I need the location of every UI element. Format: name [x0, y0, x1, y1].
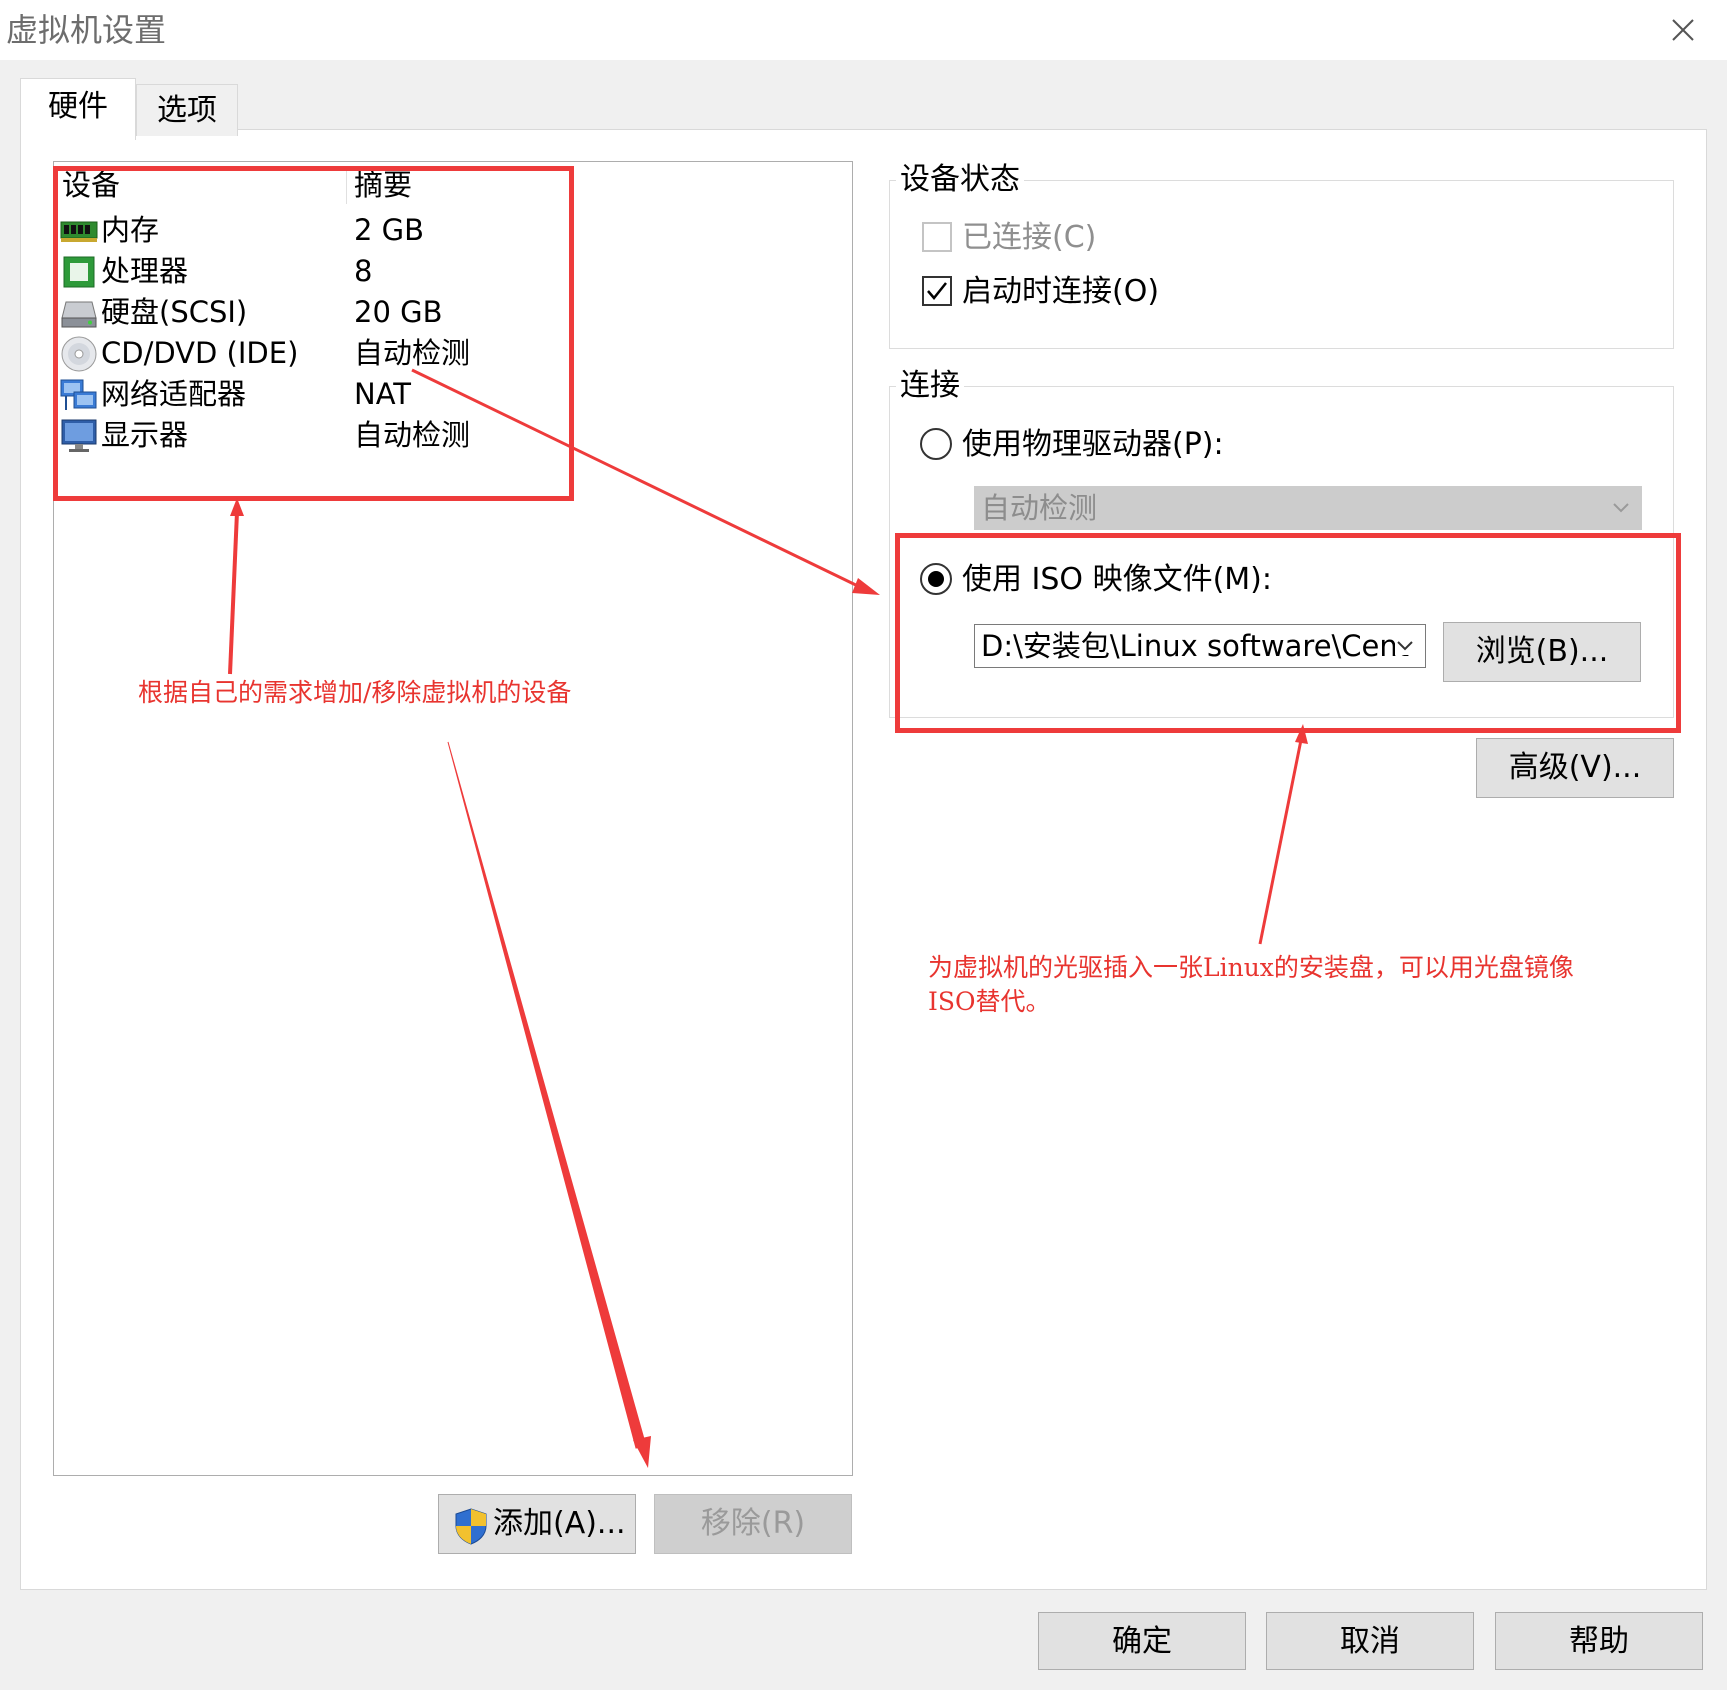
device-name: CD/DVD (IDE): [101, 336, 299, 370]
cd-dvd-icon: [61, 336, 97, 372]
help-button[interactable]: 帮助: [1495, 1612, 1703, 1670]
iso-path-combobox[interactable]: D:\安装包\Linux software\Cent: [974, 624, 1426, 668]
device-summary: 2 GB: [354, 213, 425, 247]
device-name: 内存: [101, 213, 160, 247]
iso-path-value: D:\安装包\Linux software\Cent: [981, 629, 1410, 663]
tab-hardware[interactable]: 硬件: [20, 78, 136, 140]
device-row-memory[interactable]: 内存 2 GB: [60, 210, 560, 251]
advanced-button[interactable]: 高级(V)...: [1476, 738, 1674, 798]
connected-checkbox[interactable]: [922, 222, 952, 252]
tab-options[interactable]: 选项: [136, 84, 238, 136]
physical-drive-radio[interactable]: [920, 428, 952, 460]
close-icon: [1672, 19, 1694, 41]
add-button-label: 添加(A)...: [493, 1506, 626, 1541]
browse-button[interactable]: 浏览(B)...: [1443, 622, 1641, 682]
device-name: 硬盘(SCSI): [101, 295, 248, 329]
connect-at-power-on-label: 启动时连接(O): [962, 274, 1160, 309]
title-bar: 虚拟机设置: [0, 0, 1727, 60]
hard-disk-icon: [61, 301, 97, 328]
device-summary: 自动检测: [354, 336, 471, 370]
device-name: 网络适配器: [101, 377, 247, 411]
physical-drive-value: 自动检测: [981, 491, 1098, 525]
device-row-display[interactable]: 显示器 自动检测: [60, 415, 560, 456]
display-icon: [61, 419, 97, 452]
connect-at-power-on-checkbox[interactable]: [922, 276, 952, 306]
column-header-summary[interactable]: 摘要: [354, 165, 412, 205]
vm-settings-dialog: 虚拟机设置 硬件 选项 设备 摘要 内存 2 GB 处理器 8 硬盘(SCSI)…: [0, 0, 1727, 1690]
device-status-title: 设备状态: [896, 160, 1024, 200]
iso-image-label: 使用 ISO 映像文件(M):: [962, 562, 1272, 597]
device-name: 显示器: [101, 418, 189, 452]
physical-drive-select[interactable]: 自动检测: [974, 486, 1642, 530]
annotation-text-devices: 根据自己的需求增加/移除虚拟机的设备: [138, 678, 572, 707]
connected-label: 已连接(C): [962, 220, 1097, 255]
remove-device-button[interactable]: 移除(R): [654, 1494, 852, 1554]
chevron-down-icon: [1613, 503, 1629, 513]
iso-image-radio[interactable]: [920, 563, 952, 595]
annotation-text-iso-line1: 为虚拟机的光驱插入一张Linux的安装盘，可以用光盘镜像: [928, 953, 1574, 982]
memory-icon: [60, 221, 98, 242]
column-header-device[interactable]: 设备: [62, 165, 120, 205]
device-row-hard-disk[interactable]: 硬盘(SCSI) 20 GB: [60, 292, 560, 333]
device-row-processor[interactable]: 处理器 8: [60, 251, 560, 292]
network-adapter-icon: [60, 379, 97, 410]
device-row-network-adapter[interactable]: 网络适配器 NAT: [60, 374, 560, 415]
add-device-button[interactable]: 添加(A)...: [438, 1494, 636, 1554]
chevron-down-icon: [1395, 635, 1415, 655]
device-status-group: [889, 180, 1674, 349]
physical-drive-label: 使用物理驱动器(P):: [962, 427, 1224, 462]
device-summary: 自动检测: [354, 418, 471, 452]
window-title: 虚拟机设置: [6, 11, 167, 49]
connection-title: 连接: [896, 366, 964, 406]
device-name: 处理器: [101, 254, 189, 288]
processor-icon: [63, 256, 95, 288]
device-row-cd-dvd[interactable]: CD/DVD (IDE) 自动检测: [60, 333, 560, 374]
close-button[interactable]: [1660, 10, 1704, 50]
device-summary: 20 GB: [354, 295, 443, 329]
uac-shield-icon: [455, 1508, 487, 1545]
device-summary: NAT: [354, 377, 411, 411]
annotation-text-iso-line2: ISO替代。: [928, 987, 1051, 1016]
checkmark-icon: [927, 282, 947, 300]
device-summary: 8: [354, 254, 373, 288]
ok-button[interactable]: 确定: [1038, 1612, 1246, 1670]
cancel-button[interactable]: 取消: [1266, 1612, 1474, 1670]
column-separator[interactable]: [346, 168, 347, 204]
